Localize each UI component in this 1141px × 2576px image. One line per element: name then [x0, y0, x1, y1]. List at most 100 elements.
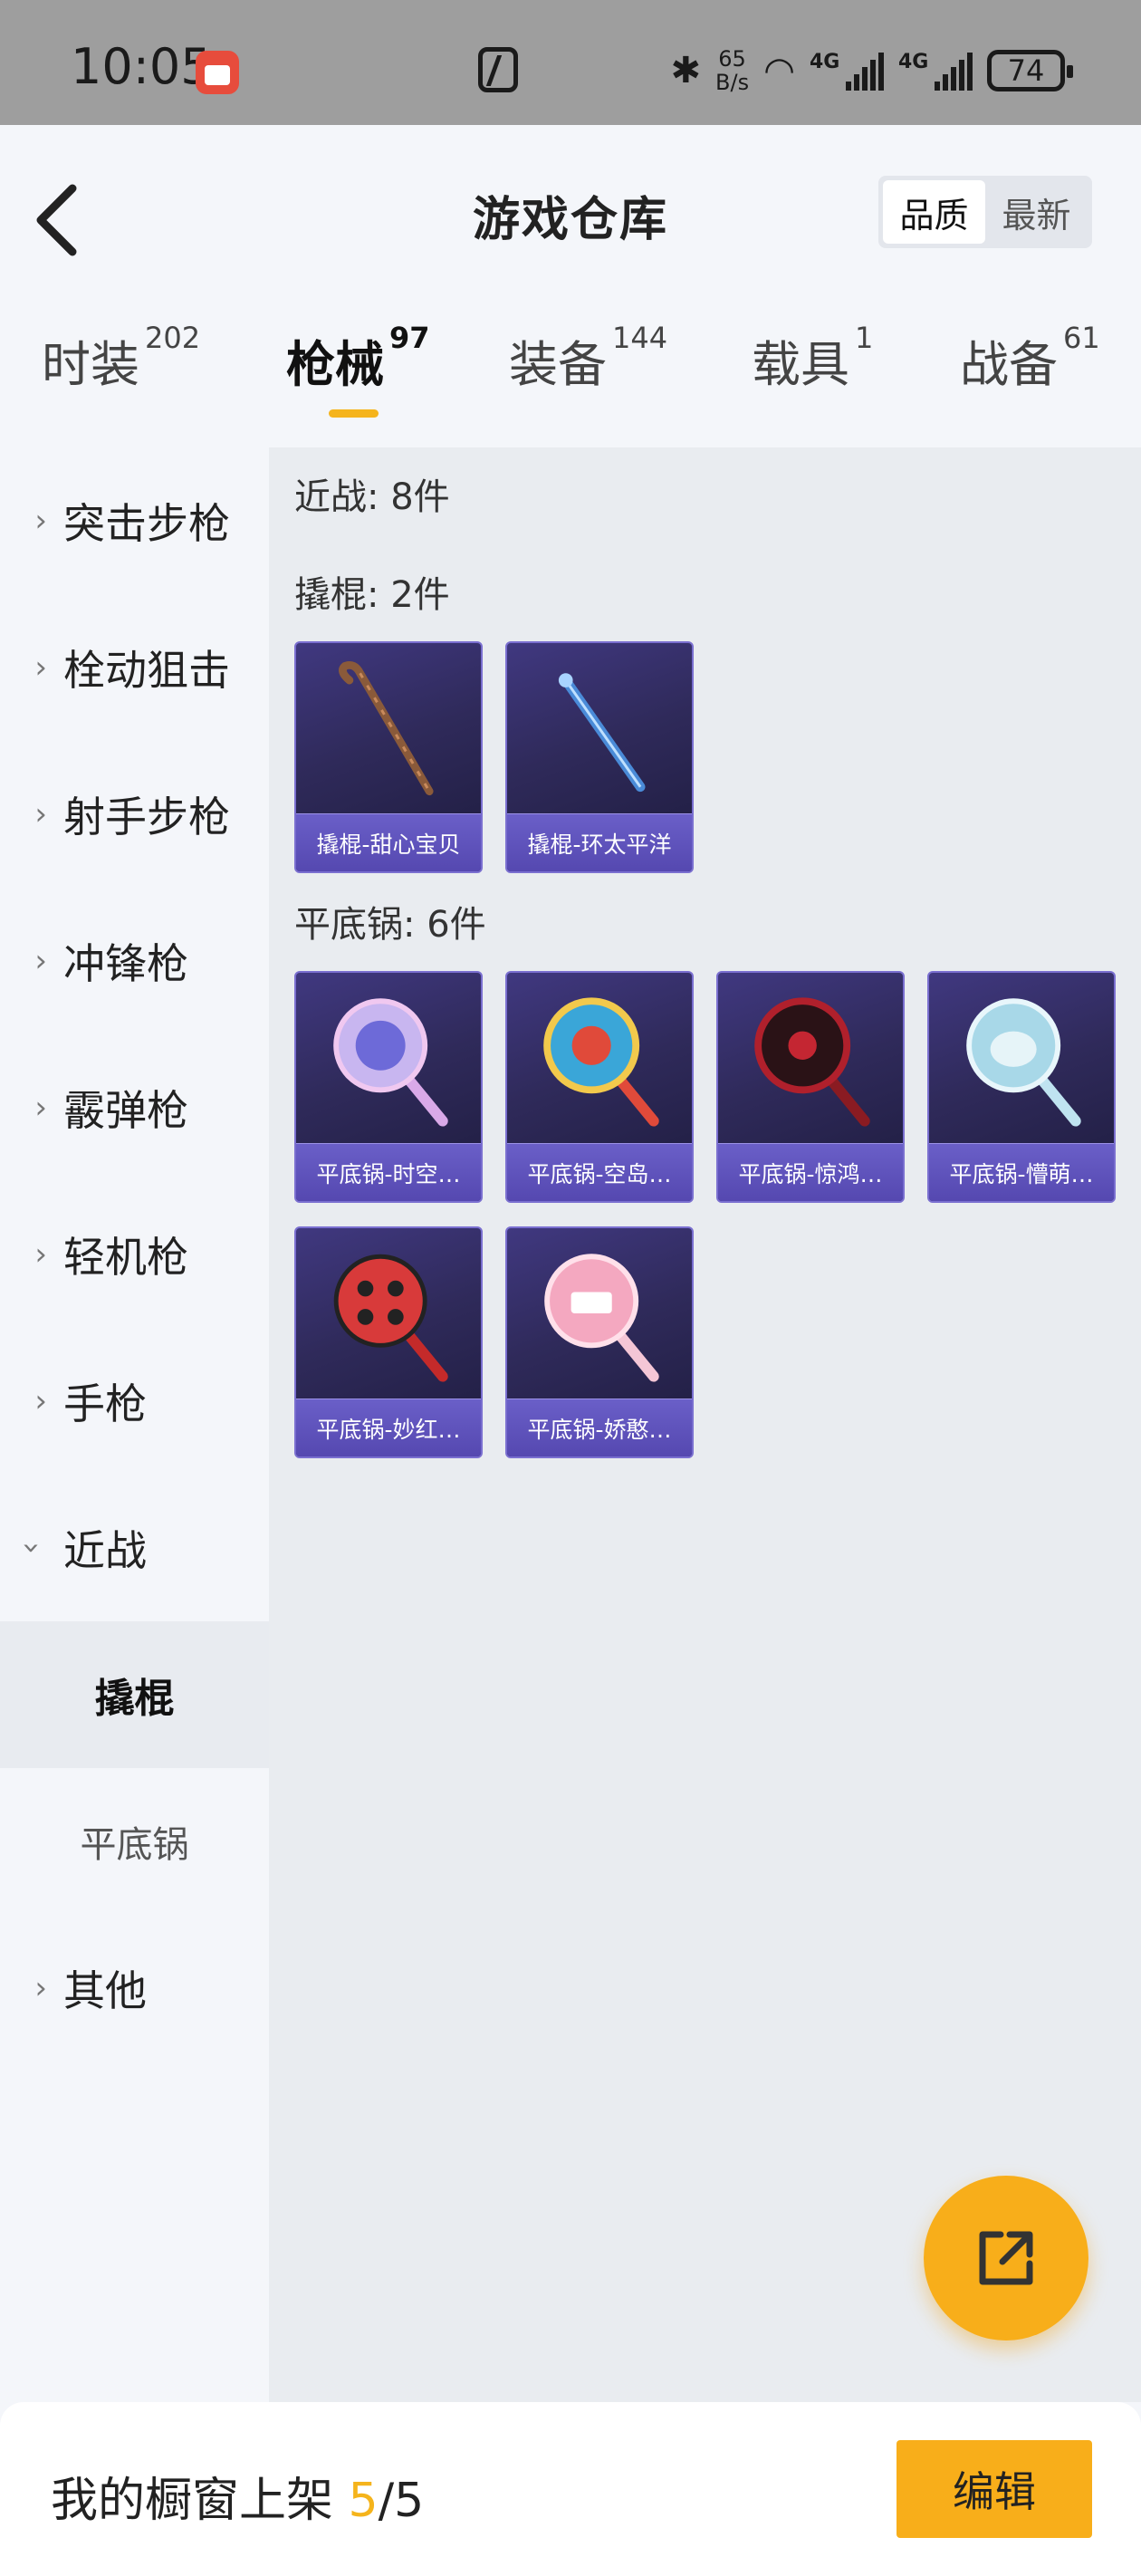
tab-guns[interactable]: 枪械 97: [286, 321, 430, 396]
sidebar-item-label: 轻机枪: [63, 1233, 188, 1282]
net-speed-value: 65: [718, 46, 746, 72]
edit-button[interactable]: 编辑: [896, 2440, 1092, 2538]
pan-red-black-icon: [718, 973, 903, 1145]
sort-toggle: 品质 最新: [878, 176, 1092, 248]
item-label: 平底锅-娇憨…: [507, 1399, 692, 1456]
item-label: 平底锅-妙红…: [296, 1399, 481, 1456]
tab-equipment[interactable]: 装备 144: [509, 321, 668, 396]
net-speed-unit: B/s: [715, 70, 750, 95]
tab-supplies[interactable]: 战备 61: [960, 321, 1100, 396]
tab-label: 装备: [509, 336, 607, 393]
share-icon: [979, 2231, 1033, 2285]
active-tab-indicator: [329, 409, 379, 418]
showcase-separator: /: [378, 2474, 395, 2528]
crowbar-brown-icon: [296, 643, 481, 815]
net-speed: 65 B/s: [715, 47, 749, 94]
pan-purple-icon: [296, 973, 481, 1145]
bluetooth-icon: ✱: [670, 50, 702, 91]
tab-count: 144: [612, 321, 668, 355]
signal-icon: 4G: [898, 51, 973, 91]
showcase-current: 5: [348, 2474, 379, 2528]
tab-count: 1: [855, 321, 874, 355]
group-title: 撬棍: 2件: [294, 574, 450, 616]
pan-ladybug-icon: [296, 1228, 481, 1400]
item-card[interactable]: 平底锅-妙红…: [294, 1226, 483, 1458]
wifi-icon: ◠: [763, 50, 795, 91]
sidebar-item-label: 手枪: [63, 1379, 147, 1428]
item-label: 撬棍-环太平洋: [507, 813, 692, 871]
pan-lightblue-icon: [929, 973, 1114, 1145]
item-card[interactable]: 平底锅-时空…: [294, 971, 483, 1203]
sidebar-item-marksman-rifle[interactable]: › 射手步枪: [0, 741, 269, 888]
item-card[interactable]: 平底锅-空岛…: [505, 971, 694, 1203]
sidebar-item-melee[interactable]: › 近战: [0, 1475, 269, 1621]
sidebar-item-label: 栓动狙击: [63, 646, 230, 695]
item-label: 平底锅-时空…: [296, 1143, 481, 1201]
sidebar-item-assault-rifle[interactable]: › 突击步枪: [0, 447, 269, 594]
battery-icon: 74: [987, 50, 1073, 91]
signal-label: 4G: [810, 51, 840, 73]
sidebar-item-shotgun[interactable]: › 霰弹枪: [0, 1034, 269, 1181]
sidebar-item-label: 近战: [63, 1526, 147, 1575]
share-button[interactable]: [924, 2176, 1088, 2341]
tab-vehicles[interactable]: 载具 1: [752, 321, 874, 396]
pan-pink-icon: [507, 1228, 692, 1400]
item-card[interactable]: 撬棍-环太平洋: [505, 641, 694, 873]
pan-colorful-icon: [507, 973, 692, 1145]
item-label: 平底锅-懵萌…: [929, 1143, 1114, 1201]
sort-newest-button[interactable]: 最新: [985, 180, 1088, 244]
tab-label: 载具: [752, 336, 849, 393]
chevron-right-icon: ›: [34, 796, 47, 832]
sidebar-item-label: 射手步枪: [63, 793, 230, 841]
item-card[interactable]: 平底锅-娇憨…: [505, 1226, 694, 1458]
sidebar-item-pistol[interactable]: › 手枪: [0, 1328, 269, 1475]
item-card[interactable]: 平底锅-懵萌…: [927, 971, 1116, 1203]
chevron-right-icon: ›: [34, 1970, 47, 2006]
tab-label: 战备: [960, 336, 1058, 393]
bottom-bar: 我的橱窗上架 5/5 编辑: [0, 2402, 1141, 2576]
tab-count: 97: [389, 321, 430, 355]
status-bar: 10:05 ✱ 65 B/s ◠ 4G 4G 74: [0, 0, 1141, 125]
category-tabs: 时装 202 枪械 97 装备 144 载具 1 战备 61: [0, 288, 1141, 447]
item-label: 平底锅-空岛…: [507, 1143, 692, 1201]
signal-icon: 4G: [810, 51, 884, 91]
tab-fashion[interactable]: 时装 202: [42, 321, 201, 396]
chevron-right-icon: ›: [34, 1383, 47, 1419]
chevron-right-icon: ›: [34, 1090, 47, 1126]
showcase-label: 我的橱窗上架: [51, 2474, 349, 2528]
section-title: 近战: 8件: [294, 476, 450, 518]
signal-label: 4G: [898, 51, 929, 73]
app-notification-icon: [196, 51, 239, 94]
tab-label: 枪械: [286, 336, 384, 393]
item-card[interactable]: 撬棍-甜心宝贝: [294, 641, 483, 873]
sidebar-item-bolt-sniper[interactable]: › 栓动狙击: [0, 594, 269, 741]
showcase-status: 我的橱窗上架 5/5: [51, 2462, 424, 2530]
tab-count: 61: [1063, 321, 1100, 355]
sidebar-subitem-pan[interactable]: 平底锅: [0, 1768, 269, 1915]
chevron-right-icon: ›: [34, 1236, 47, 1273]
item-label: 平底锅-惊鸿…: [718, 1143, 903, 1201]
battery-level: 74: [1007, 53, 1045, 88]
sidebar-item-smg[interactable]: › 冲锋枪: [0, 888, 269, 1034]
sort-quality-button[interactable]: 品质: [883, 180, 985, 244]
tab-label: 时装: [42, 336, 139, 393]
chevron-right-icon: ›: [34, 649, 47, 686]
sidebar-item-label: 霰弹枪: [63, 1086, 188, 1135]
chevron-right-icon: ›: [34, 943, 47, 979]
sidebar-item-label: 突击步枪: [63, 499, 230, 548]
header: 游戏仓库 品质 最新: [0, 125, 1141, 288]
item-card[interactable]: 平底锅-惊鸿…: [716, 971, 905, 1203]
sidebar-subitem-crowbar[interactable]: 撬棍: [0, 1621, 269, 1768]
sidebar: › 突击步枪 › 栓动狙击 › 射手步枪 › 冲锋枪 › 霰弹枪 › 轻机枪 ›…: [0, 447, 269, 2402]
sidebar-item-label: 其他: [63, 1966, 147, 2015]
sidebar-item-label: 平底锅: [80, 1824, 189, 1866]
sidebar-item-lmg[interactable]: › 轻机枪: [0, 1181, 269, 1328]
group-title: 平底锅: 6件: [294, 904, 486, 946]
status-time: 10:05: [71, 38, 212, 95]
crowbar-blue-icon: [507, 643, 692, 815]
sidebar-item-other[interactable]: › 其他: [0, 1915, 269, 2062]
chevron-right-icon: ›: [34, 503, 47, 539]
tab-count: 202: [145, 321, 201, 355]
showcase-total: 5: [394, 2474, 425, 2528]
nfc-icon: [478, 47, 518, 92]
